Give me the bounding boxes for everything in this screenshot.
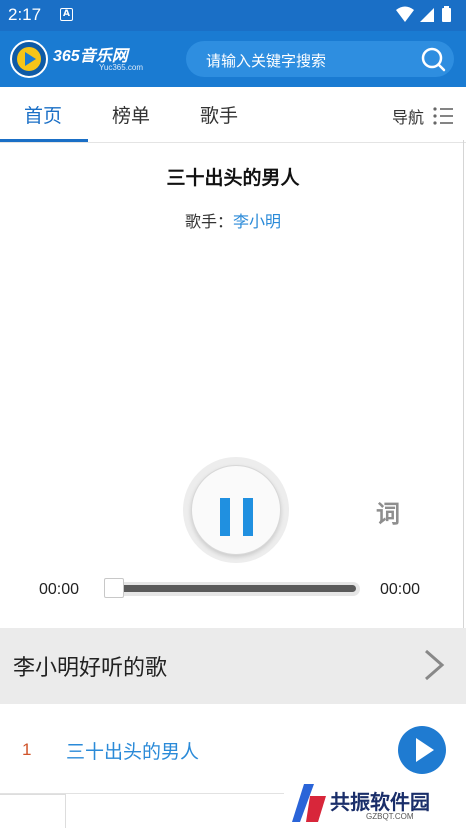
wifi-icon (396, 6, 414, 22)
singer-label: 歌手： (184, 212, 233, 231)
watermark: 共振软件园 GZBQT.COM (284, 778, 466, 828)
watermark-subtext: GZBQT.COM (366, 812, 414, 821)
tab-charts[interactable]: 榜单 (112, 101, 150, 128)
song-name[interactable]: 三十出头的男人 (66, 737, 199, 764)
pause-icon (220, 498, 230, 536)
section-header[interactable]: 李小明好听的歌 (0, 628, 466, 704)
battery-icon (442, 6, 451, 22)
pause-button-face (191, 465, 281, 555)
progress-thumb[interactable] (104, 578, 124, 598)
search-input[interactable]: 请输入关键字搜索 (186, 41, 454, 77)
progress-track-fill (114, 585, 356, 592)
status-icons (396, 6, 451, 22)
watermark-text: 共振软件园 (330, 790, 430, 814)
app-header: 365音乐网 Yuc365.com 请输入关键字搜索 (0, 31, 466, 87)
chevron-right-icon (425, 649, 445, 681)
logo-play-icon (10, 40, 48, 78)
play-button[interactable] (398, 726, 446, 774)
lyrics-button[interactable]: 词 (376, 494, 400, 529)
singer-link[interactable]: 李小明 (233, 212, 281, 231)
time-total: 00:00 (380, 581, 421, 598)
song-title: 三十出头的男人 (166, 167, 300, 189)
watermark-logo-icon (292, 784, 326, 822)
notification-icon: A (60, 8, 73, 21)
tab-home[interactable]: 首页 (24, 101, 62, 128)
singer-row: 歌手：李小明 (0, 208, 466, 232)
progress-slider[interactable] (104, 578, 360, 598)
active-tab-indicator (0, 139, 88, 142)
section-title: 李小明好听的歌 (13, 656, 168, 681)
search-placeholder: 请输入关键字搜索 (206, 52, 327, 70)
menu-list-icon (433, 107, 453, 125)
status-time: 2:17 (8, 5, 42, 24)
search-icon[interactable] (420, 46, 446, 72)
pause-button[interactable] (183, 457, 289, 563)
song-index: 1 (22, 740, 32, 759)
time-current: 00:00 (39, 581, 80, 598)
nav-label: 导航 (391, 108, 424, 127)
partial-cell (0, 794, 66, 828)
play-icon (416, 738, 434, 762)
tab-bar: 首页 榜单 歌手 导航 (0, 87, 466, 143)
pause-icon-bar (243, 498, 253, 536)
tab-singers[interactable]: 歌手 (200, 101, 238, 128)
logo-subtext: Yuc365.com (99, 63, 144, 72)
site-logo[interactable]: 365音乐网 Yuc365.com (9, 39, 159, 79)
signal-icon (420, 8, 434, 22)
status-bar: 2:17 A (0, 0, 466, 31)
